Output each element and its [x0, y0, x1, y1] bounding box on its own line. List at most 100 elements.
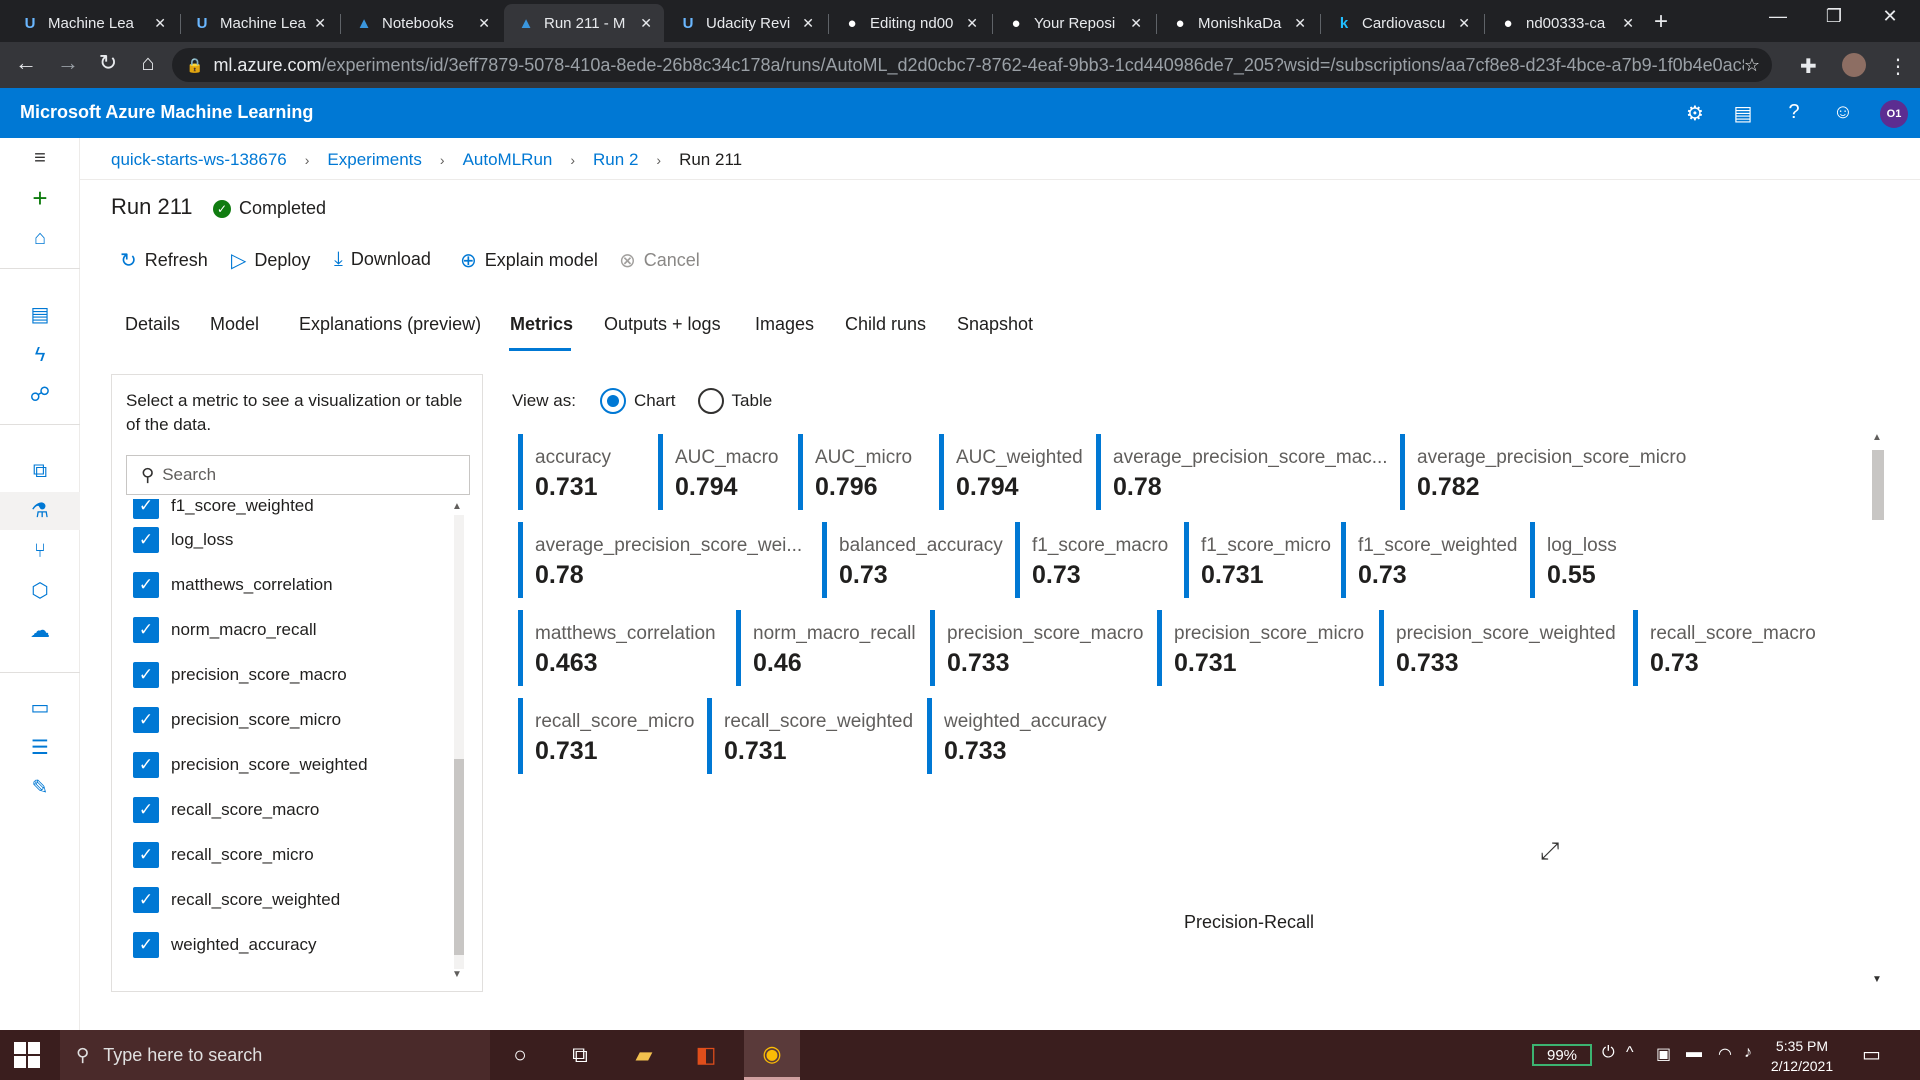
minimize-icon[interactable]: —	[1758, 6, 1798, 27]
browser-tab[interactable]: k Cardiovascu ✕	[1322, 4, 1482, 42]
notification-center-icon[interactable]: ▭	[1862, 1042, 1881, 1067]
content-scrollbar[interactable]: ▲ ▼	[1870, 432, 1884, 992]
browser-tab-active[interactable]: ▲ Run 211 - M ✕	[504, 4, 664, 42]
scroll-down-arrow-icon[interactable]: ▼	[452, 969, 462, 980]
breadcrumb-parent-run[interactable]: Run 2	[593, 150, 638, 170]
scrollbar-thumb[interactable]	[1872, 450, 1884, 520]
metric-checkbox-item[interactable]: ✓ recall_score_micro	[133, 842, 314, 868]
metric-checkbox-item[interactable]: ✓ log_loss	[133, 527, 233, 553]
user-avatar[interactable]: O1	[1880, 100, 1908, 128]
home-nav-icon[interactable]: ⌂	[26, 224, 54, 252]
profile-avatar[interactable]	[1842, 53, 1866, 77]
checkbox-checked-icon[interactable]: ✓	[133, 527, 159, 553]
browser-tab[interactable]: ● MonishkaDa ✕	[1158, 4, 1318, 42]
volume-icon[interactable]: ♪	[1744, 1044, 1752, 1062]
close-tab-icon[interactable]: ✕	[478, 15, 490, 32]
explain-model-button[interactable]: ⊕ Explain model	[460, 248, 598, 273]
close-tab-icon[interactable]: ✕	[314, 15, 326, 32]
checkbox-checked-icon[interactable]: ✓	[133, 499, 159, 519]
checkbox-checked-icon[interactable]: ✓	[133, 572, 159, 598]
checkbox-checked-icon[interactable]: ✓	[133, 707, 159, 733]
metric-checkbox-item[interactable]: ✓ recall_score_macro	[133, 797, 319, 823]
compute-nav-icon[interactable]: ▭	[26, 694, 54, 722]
new-tab-icon[interactable]: +	[1654, 8, 1668, 36]
metric-checkbox-item[interactable]: ✓ precision_score_weighted	[133, 752, 368, 778]
notifications-icon[interactable]: ▤	[1731, 101, 1755, 126]
notebooks-nav-icon[interactable]: ▤	[26, 301, 54, 329]
browser-tab[interactable]: ● Editing nd00 ✕	[830, 4, 990, 42]
metric-checkbox-item[interactable]: ✓ weighted_accuracy	[133, 932, 317, 958]
feedback-smiley-icon[interactable]: ☺	[1831, 101, 1855, 124]
taskbar-search-input[interactable]: ⚲ Type here to search	[60, 1030, 490, 1080]
scroll-up-arrow-icon[interactable]: ▲	[452, 501, 462, 512]
tab-snapshot[interactable]: Snapshot	[957, 314, 1033, 335]
expand-icon[interactable]: ⤢	[1540, 838, 1559, 866]
table-radio[interactable]	[697, 388, 724, 414]
wifi-icon[interactable]: ◠	[1718, 1044, 1732, 1064]
checkbox-checked-icon[interactable]: ✓	[133, 842, 159, 868]
metric-checkbox-item[interactable]: ✓ precision_score_macro	[133, 662, 347, 688]
checkbox-checked-icon[interactable]: ✓	[133, 887, 159, 913]
tab-explanations[interactable]: Explanations (preview)	[299, 314, 481, 335]
browser-tab[interactable]: U Udacity Revi ✕	[666, 4, 826, 42]
close-tab-icon[interactable]: ✕	[1458, 15, 1470, 32]
close-window-icon[interactable]: ✕	[1870, 6, 1910, 27]
download-button[interactable]: ⤓ Download	[334, 248, 431, 271]
checkbox-checked-icon[interactable]: ✓	[133, 617, 159, 643]
browser-tab[interactable]: ● Your Reposi ✕	[994, 4, 1154, 42]
checkbox-checked-icon[interactable]: ✓	[133, 662, 159, 688]
tray-chevron-up-icon[interactable]: ^	[1626, 1044, 1634, 1062]
metric-search-input[interactable]: ⚲ Search	[126, 455, 470, 495]
taskbar-clock[interactable]: 5:35 PM 2/12/2021	[1770, 1036, 1834, 1076]
designer-nav-icon[interactable]: ☍	[26, 381, 54, 409]
metric-checkbox-item[interactable]: ✓ recall_score_weighted	[133, 887, 340, 913]
chart-radio[interactable]	[599, 388, 626, 414]
bookmark-star-icon[interactable]: ☆	[1744, 55, 1760, 76]
home-icon[interactable]: ⌂	[132, 50, 164, 76]
meet-now-icon[interactable]: ▣	[1656, 1044, 1671, 1064]
tab-metrics[interactable]: Metrics	[510, 314, 573, 335]
forward-icon[interactable]: →	[52, 50, 84, 76]
endpoints-nav-icon[interactable]: ☁	[26, 617, 54, 645]
tab-images[interactable]: Images	[755, 314, 814, 335]
help-icon[interactable]: ?	[1782, 101, 1806, 124]
models-nav-icon[interactable]: ⬡	[26, 577, 54, 605]
metric-list-scrollbar[interactable]: ▲ ▼	[450, 501, 466, 983]
tab-model[interactable]: Model	[210, 314, 259, 335]
metric-checkbox-item[interactable]: ✓ matthews_correlation	[133, 572, 333, 598]
close-tab-icon[interactable]: ✕	[802, 15, 814, 32]
checkbox-checked-icon[interactable]: ✓	[133, 797, 159, 823]
breadcrumb-workspace[interactable]: quick-starts-ws-138676	[111, 150, 287, 170]
metric-checkbox-item[interactable]: ✓ norm_macro_recall	[133, 617, 317, 643]
close-tab-icon[interactable]: ✕	[966, 15, 978, 32]
browser-tab[interactable]: ▲ Notebooks ✕	[342, 4, 502, 42]
automl-nav-icon[interactable]: ϟ	[26, 341, 54, 369]
refresh-button[interactable]: ↻ Refresh	[120, 248, 208, 273]
tab-details[interactable]: Details	[125, 314, 180, 335]
pipelines-nav-icon[interactable]: ⑂	[26, 537, 54, 565]
back-icon[interactable]: ←	[10, 50, 42, 76]
experiments-nav-icon[interactable]: ⚗	[26, 497, 54, 525]
extensions-icon[interactable]: ✚	[1800, 54, 1817, 79]
task-view-icon[interactable]: ⧉	[554, 1030, 606, 1080]
close-tab-icon[interactable]: ✕	[1622, 15, 1634, 32]
cancel-button[interactable]: ⊗ Cancel	[619, 248, 700, 273]
url-bar[interactable]: 🔒 ml.azure.com /experiments/id/3eff7879-…	[172, 48, 1772, 82]
table-radio-label[interactable]: Table	[732, 391, 773, 411]
browser-tab[interactable]: U Machine Lea ✕	[8, 4, 178, 42]
maximize-icon[interactable]: ❐	[1814, 6, 1854, 27]
office-icon[interactable]: ◧	[680, 1030, 732, 1080]
create-new-icon[interactable]: +	[26, 184, 54, 212]
settings-gear-icon[interactable]: ⚙	[1683, 101, 1707, 126]
windows-start-icon[interactable]	[14, 1042, 40, 1068]
close-tab-icon[interactable]: ✕	[1130, 15, 1142, 32]
chrome-icon[interactable]: ◉	[744, 1030, 800, 1080]
reload-icon[interactable]: ↻	[92, 50, 124, 76]
scroll-up-arrow-icon[interactable]: ▲	[1872, 432, 1882, 443]
checkbox-checked-icon[interactable]: ✓	[133, 752, 159, 778]
close-tab-icon[interactable]: ✕	[154, 15, 166, 32]
scroll-down-arrow-icon[interactable]: ▼	[1872, 974, 1882, 985]
datasets-nav-icon[interactable]: ⧉	[26, 457, 54, 485]
chart-radio-label[interactable]: Chart	[634, 391, 676, 411]
tab-child-runs[interactable]: Child runs	[845, 314, 926, 335]
